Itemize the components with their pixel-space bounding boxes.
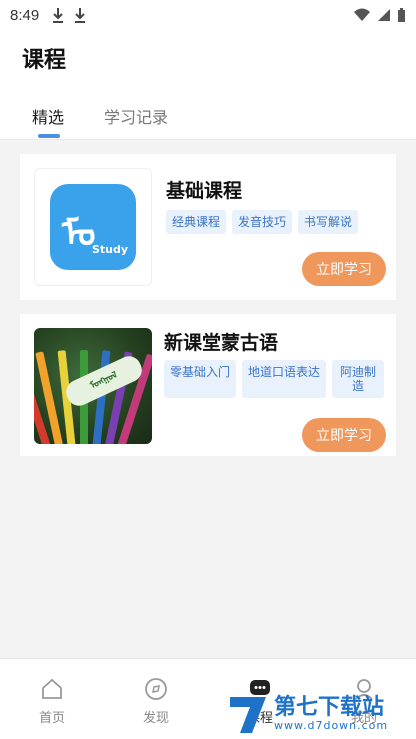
course-tags: 零基础入门 地道口语表达 阿迪制造 — [164, 360, 385, 398]
page-header: 课程 — [0, 30, 416, 86]
status-indicators — [353, 7, 406, 23]
nav-home[interactable]: 首页 — [22, 677, 82, 726]
course-title: 新课堂蒙古语 — [164, 332, 279, 354]
download-indicators — [51, 7, 87, 23]
study-logo: ᠮᠣ Study — [50, 184, 136, 270]
tab-featured[interactable]: 精选 — [32, 104, 64, 128]
signal-icon — [378, 9, 390, 21]
nav-label: 首页 — [38, 711, 65, 726]
battery-icon — [398, 7, 405, 22]
home-icon — [42, 678, 62, 699]
page-title: 课程 — [22, 48, 67, 73]
course-card[interactable]: ᠮᠣᠩᠭᠣᠯ 新课堂蒙古语 零基础入门 地道口语表达 阿迪制造 立即学习 — [20, 314, 396, 456]
watermark-brand: 第七下载站 — [274, 695, 385, 720]
watermark-logo-icon — [230, 696, 266, 733]
tab-bar: 精选 学习记录 — [0, 86, 416, 140]
course-thumbnail: ᠮᠣᠩᠭᠣᠯ — [34, 328, 152, 444]
course-thumbnail: ᠮᠣ Study — [34, 168, 152, 286]
start-learning-button[interactable]: 立即学习 — [302, 418, 386, 452]
start-learning-button[interactable]: 立即学习 — [302, 252, 386, 286]
course-tag: 零基础入门 — [164, 360, 237, 398]
wifi-icon — [354, 8, 370, 21]
course-tags: 经典课程 发音技巧 书写解说 — [166, 210, 359, 234]
watermark: 第七下载站 www.d7down.com — [226, 690, 416, 739]
download-icon — [75, 8, 86, 23]
tab-indicator — [38, 134, 60, 138]
course-title: 基础课程 — [166, 180, 243, 202]
course-tag: 发音技巧 — [232, 210, 293, 234]
compass-icon — [145, 678, 167, 700]
course-tag: 地道口语表达 — [242, 360, 327, 398]
course-card[interactable]: ᠮᠣ Study 基础课程 经典课程 发音技巧 书写解说 立即学习 — [20, 154, 396, 300]
nav-discover[interactable]: 发现 — [126, 677, 186, 726]
status-bar: 8:49 — [0, 0, 416, 30]
tab-learning-record[interactable]: 学习记录 — [104, 104, 168, 128]
course-tag: 经典课程 — [166, 210, 227, 234]
course-tag: 阿迪制造 — [332, 360, 385, 398]
nav-label: 发现 — [142, 711, 169, 726]
download-icon — [53, 8, 64, 23]
course-tag: 书写解说 — [298, 210, 359, 234]
status-time: 8:49 — [10, 6, 40, 24]
watermark-url: www.d7down.com — [274, 719, 389, 732]
